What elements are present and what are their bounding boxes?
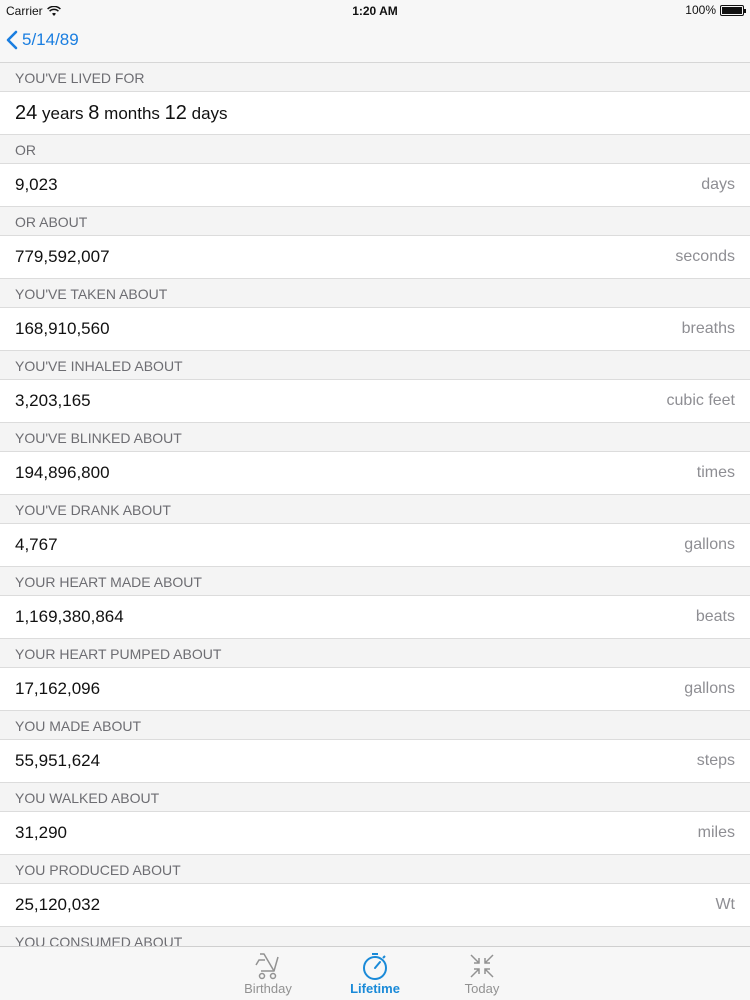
section-header: YOU PRODUCED ABOUT (0, 855, 750, 884)
tab-lifetime-label: Lifetime (350, 981, 400, 996)
arrows-inward-icon (470, 954, 494, 978)
section-header-partial: YOU CONSUMED ABOUT (0, 927, 750, 947)
section-header: YOU MADE ABOUT (0, 711, 750, 740)
section-header: YOU'VE INHALED ABOUT (0, 351, 750, 380)
battery-percent: 100% (685, 3, 716, 17)
years-number: 24 (15, 101, 38, 124)
app-screen: Carrier 1:20 AM 100% 5/14/89 YOU'VE LIVE… (0, 0, 750, 1000)
stat-value: 25,120,032 (15, 895, 101, 914)
stat-value: 779,592,007 (15, 247, 110, 266)
stat-value: 55,951,624 (15, 751, 101, 770)
status-bar: Carrier 1:20 AM 100% (0, 0, 750, 22)
days-word: days (191, 103, 228, 123)
status-right: 100% (685, 3, 746, 17)
lived-for-row: 24 years 8 months 12 days (0, 92, 750, 135)
stat-row: 4,767 gallons (0, 524, 750, 567)
months-number: 8 (88, 101, 100, 124)
days-number: 12 (164, 101, 187, 124)
stat-unit: days (701, 176, 735, 193)
stats-list[interactable]: YOU'VE LIVED FOR 24 years 8 months 12 da… (0, 63, 750, 947)
back-button-label: 5/14/89 (22, 30, 79, 49)
stat-value: 9,023 (15, 175, 58, 194)
stat-row: 55,951,624 steps (0, 740, 750, 783)
stat-value: 4,767 (15, 535, 58, 554)
months-word: months (104, 103, 160, 123)
stat-value: 17,162,096 (15, 679, 101, 698)
tab-today-label: Today (464, 981, 500, 996)
stat-unit: beats (695, 608, 735, 625)
stat-row: 168,910,560 breaths (0, 308, 750, 351)
stat-value: 31,290 (15, 823, 67, 842)
section-header: YOU WALKED ABOUT (0, 783, 750, 812)
lived-for-value: 24 years 8 months 12 days (15, 102, 228, 125)
stroller-icon (255, 953, 279, 980)
stopwatch-icon (363, 953, 387, 980)
status-time: 1:20 AM (352, 4, 398, 18)
section-header: OR (0, 135, 750, 164)
section-header: YOU'VE DRANK ABOUT (0, 495, 750, 524)
stat-value: 1,169,380,864 (15, 607, 124, 626)
stat-row: 9,023 days (0, 164, 750, 207)
section-header: YOUR HEART MADE ABOUT (0, 567, 750, 596)
stat-unit: Wt (715, 896, 735, 913)
stat-row: 194,896,800 times (0, 452, 750, 495)
section-header: OR ABOUT (0, 207, 750, 236)
tab-bar: Birthday Lifetime Today (0, 946, 750, 1000)
section-header-lived-for: YOU'VE LIVED FOR (0, 63, 750, 92)
stat-value: 194,896,800 (15, 463, 110, 482)
section-header: YOU'VE TAKEN ABOUT (0, 279, 750, 308)
stat-value: 3,203,165 (15, 391, 91, 410)
tab-today[interactable]: Today (442, 951, 522, 996)
chevron-left-icon (6, 30, 18, 50)
navigation-bar: 5/14/89 (0, 22, 750, 63)
stat-unit: cubic feet (666, 392, 735, 409)
stat-row: 779,592,007 seconds (0, 236, 750, 279)
section-header: YOUR HEART PUMPED ABOUT (0, 639, 750, 668)
stat-row: 17,162,096 gallons (0, 668, 750, 711)
years-word: years (41, 103, 84, 123)
stat-row: 31,290 miles (0, 812, 750, 855)
stat-value: 168,910,560 (15, 319, 110, 338)
section-header: YOU'VE BLINKED ABOUT (0, 423, 750, 452)
stat-unit: miles (697, 824, 735, 841)
stat-unit: gallons (684, 680, 735, 697)
stat-row: 1,169,380,864 beats (0, 596, 750, 639)
tab-birthday-label: Birthday (244, 981, 292, 996)
stat-unit: steps (696, 752, 735, 769)
tab-birthday[interactable]: Birthday (228, 951, 308, 996)
stat-unit: times (696, 464, 735, 481)
stat-row: 25,120,032 Wt (0, 884, 750, 927)
tab-lifetime[interactable]: Lifetime (335, 951, 415, 996)
back-button[interactable]: 5/14/89 (6, 30, 79, 50)
battery-icon (720, 4, 746, 16)
stat-row: 3,203,165 cubic feet (0, 380, 750, 423)
stat-unit: gallons (684, 536, 735, 553)
stat-unit: breaths (681, 320, 735, 337)
stat-unit: seconds (675, 248, 735, 265)
